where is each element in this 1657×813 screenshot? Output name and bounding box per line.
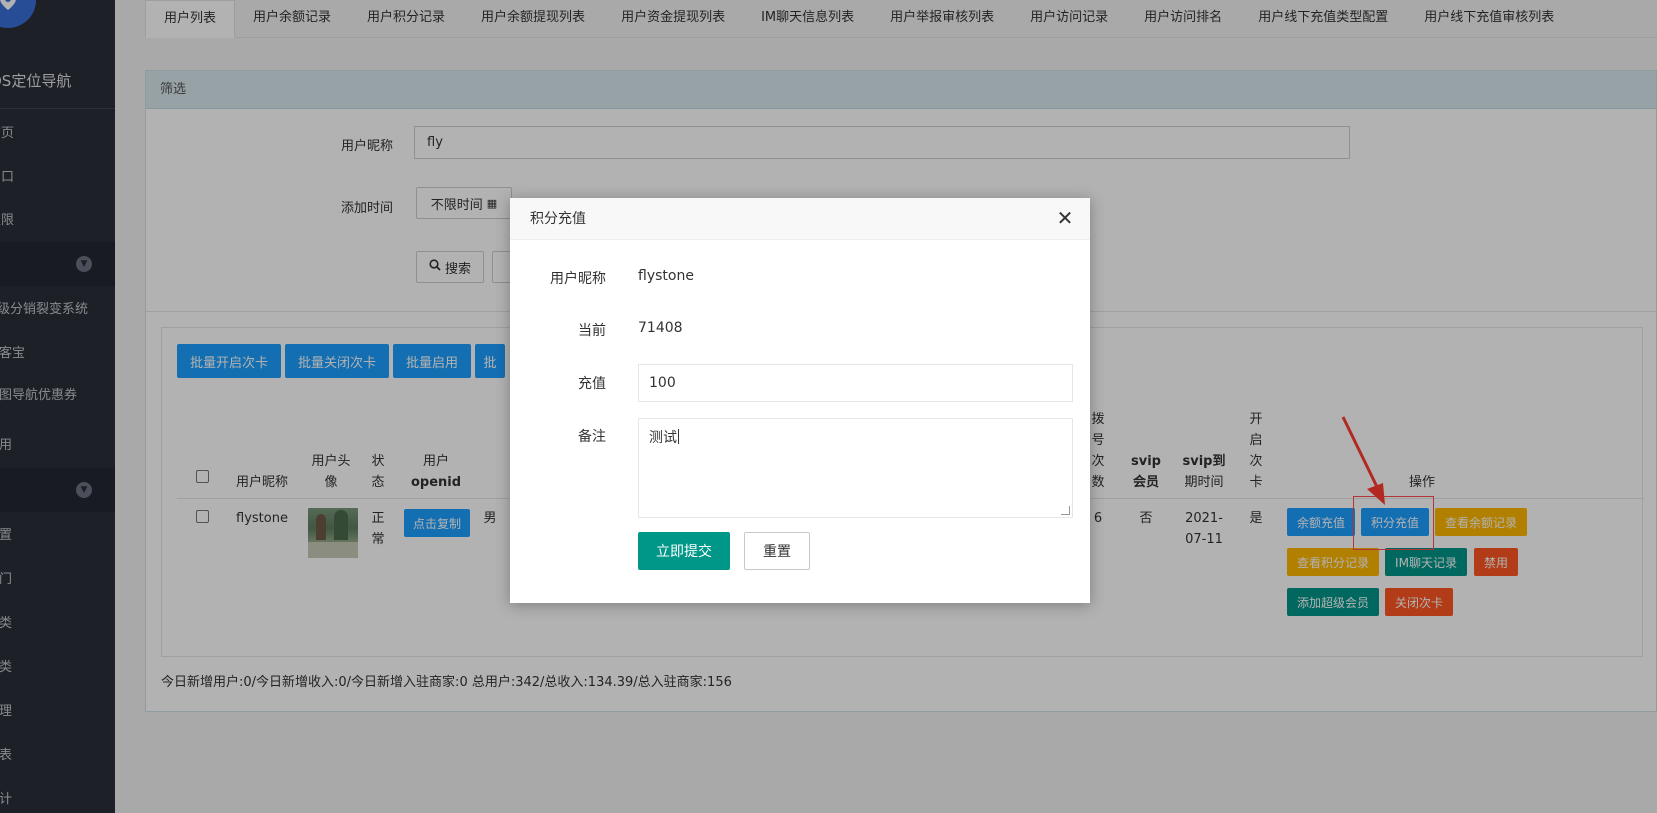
note-textarea[interactable]: 测试 <box>638 418 1073 518</box>
reset-button[interactable]: 重置 <box>744 532 810 570</box>
modal-title: 积分充值 <box>510 198 1090 240</box>
recharge-amount-value: 100 <box>649 375 676 391</box>
resize-handle[interactable] <box>1061 506 1070 515</box>
modal-nickname-label: 用户昵称 <box>550 271 606 287</box>
note-value: 测试 <box>649 430 677 446</box>
modal-nickname-value: flystone <box>638 268 694 284</box>
submit-button[interactable]: 立即提交 <box>638 532 730 570</box>
recharge-amount-input[interactable]: 100 <box>638 364 1073 402</box>
modal-current-label: 当前 <box>578 323 606 339</box>
modal-current-value: 71408 <box>638 320 683 336</box>
points-recharge-modal: 积分充值 ✕ 用户昵称 flystone 当前 71408 充值 100 备注 … <box>510 198 1090 603</box>
modal-note-label: 备注 <box>578 429 606 445</box>
text-caret <box>678 429 679 444</box>
close-icon[interactable]: ✕ <box>1054 206 1076 230</box>
modal-recharge-label: 充值 <box>578 376 606 392</box>
